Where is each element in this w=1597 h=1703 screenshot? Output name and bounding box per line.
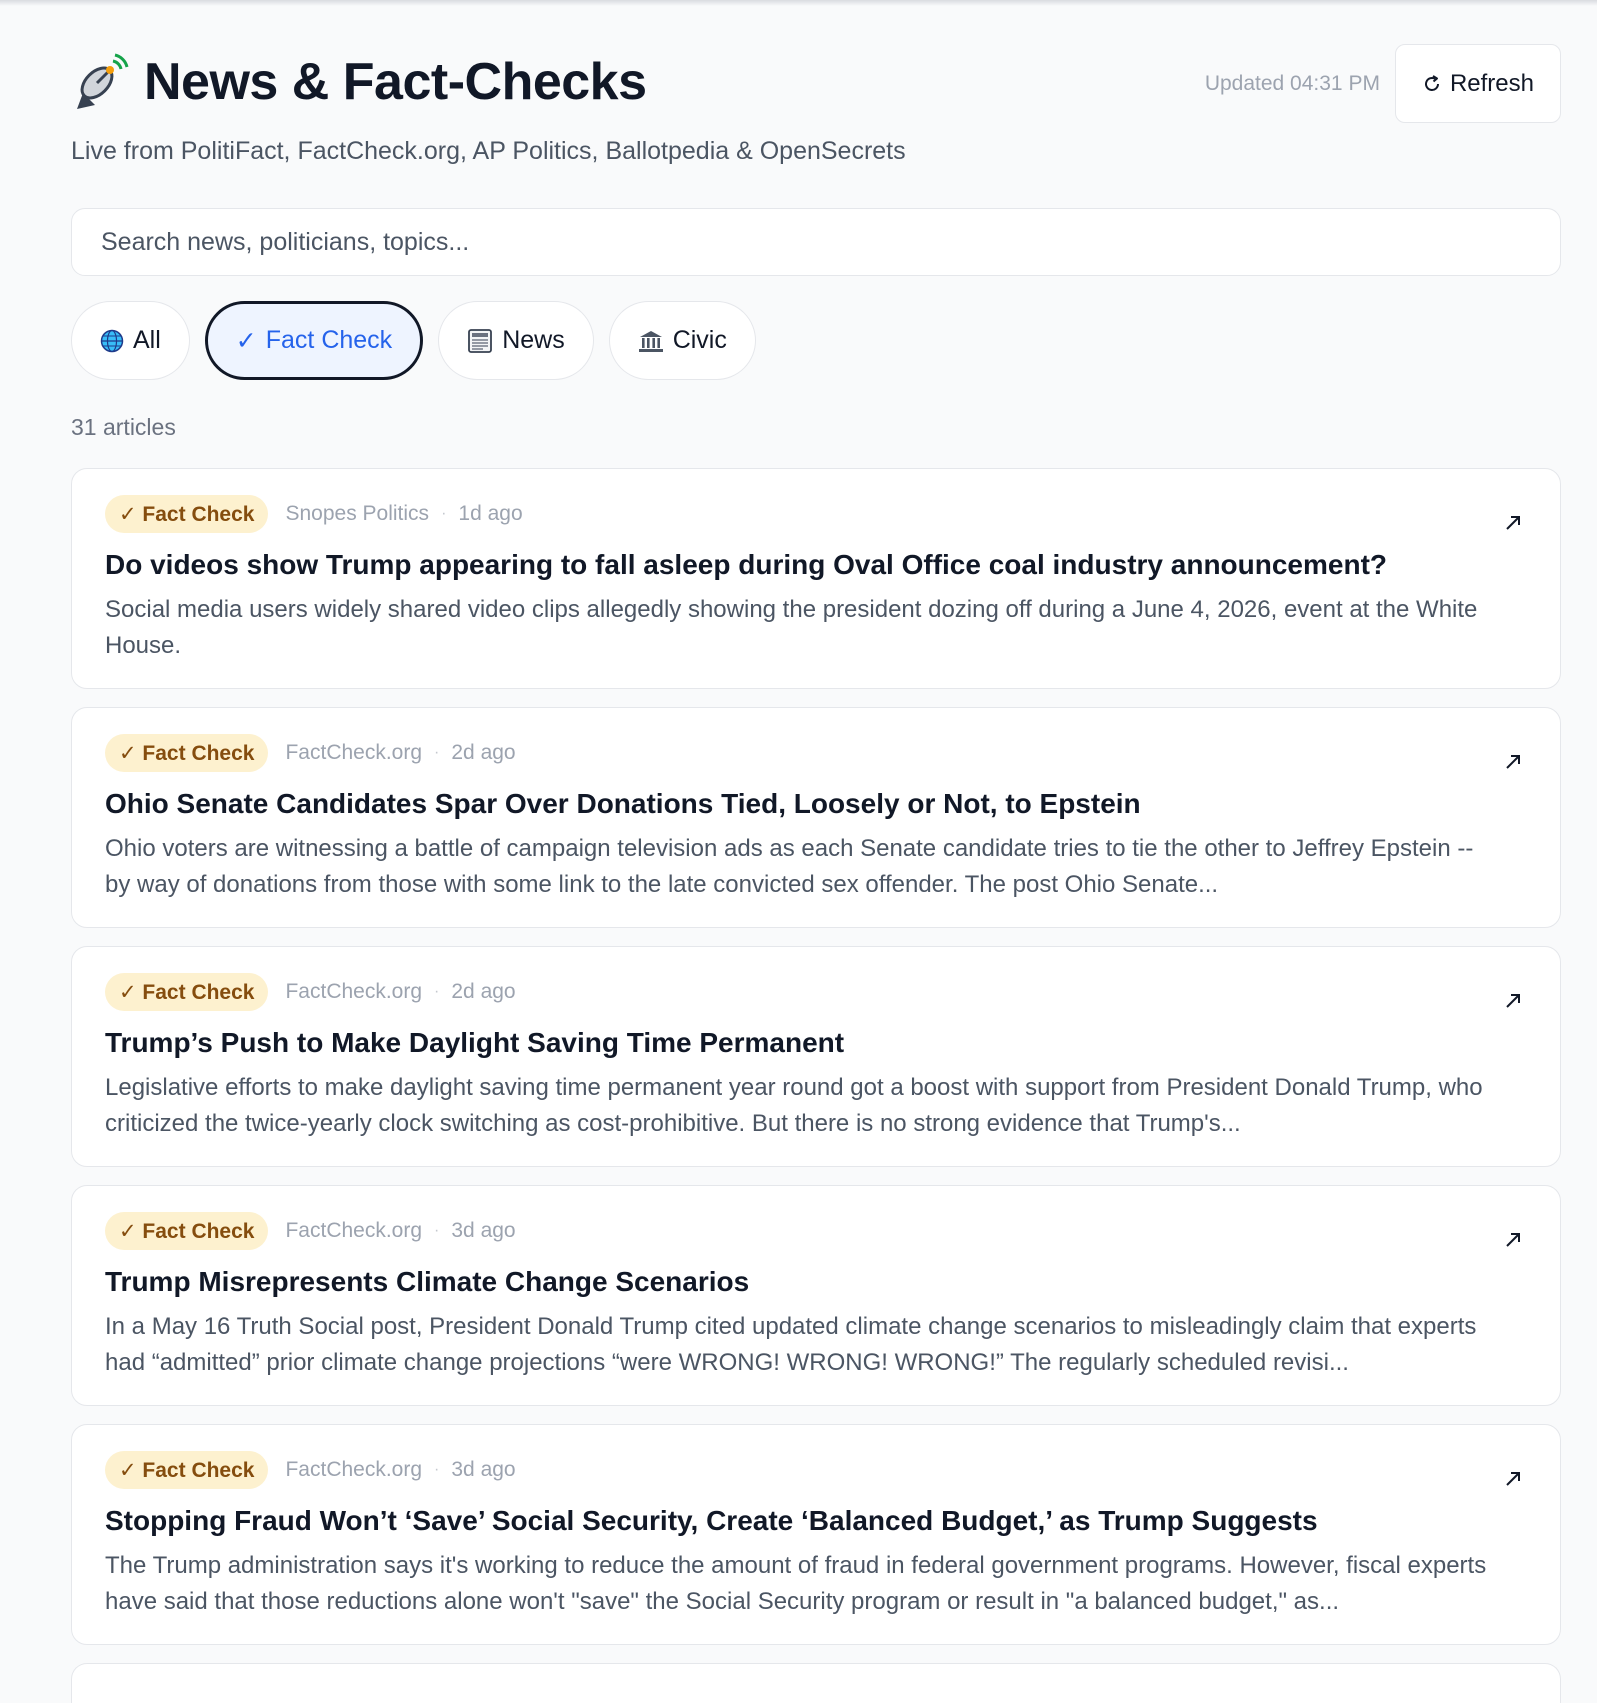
article-source: FactCheck.org — [285, 980, 423, 1003]
article-source: FactCheck.org — [285, 741, 423, 764]
article-title[interactable]: Trump Misrepresents Climate Change Scena… — [105, 1264, 1526, 1300]
globe-icon — [100, 329, 124, 353]
article-time: 2d ago — [451, 980, 516, 1003]
filter-label: News — [502, 326, 565, 354]
classical-building-icon — [638, 329, 664, 353]
article-time: 1d ago — [458, 502, 523, 525]
article-description: Legislative efforts to make daylight sav… — [105, 1074, 1483, 1137]
external-link-icon[interactable] — [1499, 748, 1527, 776]
article-source: FactCheck.org — [285, 1458, 423, 1481]
article-card[interactable]: ✓ Fact Check FactCheck.org · 3d ago Stop… — [71, 1424, 1561, 1645]
filter-label: All — [133, 326, 161, 354]
filter-all[interactable]: All — [71, 301, 190, 380]
meta-separator: · — [434, 1461, 440, 1478]
external-link-icon[interactable] — [1499, 509, 1527, 537]
refresh-label: Refresh — [1449, 69, 1534, 97]
updated-timestamp: Updated 04:31 PM — [1204, 71, 1380, 95]
filter-tabs: All ✓ Fact Check News Civic — [71, 301, 756, 380]
satellite-dish-icon — [71, 53, 129, 111]
article-title[interactable]: Trump’s Push to Make Daylight Saving Tim… — [105, 1025, 1526, 1061]
filter-label: Fact Check — [265, 326, 393, 354]
article-description: The Trump administration says it's worki… — [105, 1552, 1487, 1615]
article-title[interactable]: Stopping Fraud Won’t ‘Save’ Social Secur… — [105, 1503, 1526, 1539]
fact-check-badge: ✓ Fact Check — [105, 734, 269, 772]
article-card[interactable]: ✓ Fact Check FactCheck.org · 2d ago Ohio… — [71, 707, 1561, 928]
article-description: Ohio voters are witnessing a battle of c… — [105, 835, 1474, 898]
filter-civic[interactable]: Civic — [608, 301, 756, 380]
article-time: 3d ago — [451, 1219, 516, 1242]
title-row: News & Fact-Checks — [71, 52, 647, 112]
check-icon: ✓ — [235, 326, 257, 355]
news-page: News & Fact-Checks Updated 04:31 PM Refr… — [71, 0, 1561, 1703]
article-title[interactable]: Do videos show Trump appearing to fall a… — [105, 547, 1526, 583]
fact-check-badge: ✓ Fact Check — [105, 973, 269, 1011]
filter-news[interactable]: News — [438, 301, 594, 380]
meta-separator: · — [434, 983, 440, 1000]
article-time: 2d ago — [451, 741, 516, 764]
meta-separator: · — [434, 744, 440, 761]
external-link-icon[interactable] — [1499, 987, 1527, 1015]
article-meta: ✓ Fact Check FactCheck.org · 2d ago — [105, 973, 1526, 1011]
meta-separator: · — [441, 505, 447, 522]
filter-fact-check[interactable]: ✓ Fact Check — [204, 301, 424, 380]
newspaper-icon — [467, 328, 493, 354]
header-actions: Updated 04:31 PM Refresh — [1205, 44, 1561, 123]
external-link-icon[interactable] — [1499, 1465, 1527, 1493]
fact-check-badge: ✓ Fact Check — [105, 495, 269, 533]
article-list: ✓ Fact Check Snopes Politics · 1d ago Do… — [71, 468, 1561, 1703]
refresh-icon — [1422, 74, 1442, 94]
meta-separator: · — [434, 1222, 440, 1239]
article-title[interactable]: Ohio Senate Candidates Spar Over Donatio… — [105, 786, 1526, 822]
article-meta: ✓ Fact Check FactCheck.org · 3d ago — [105, 1451, 1526, 1489]
article-card-partial[interactable] — [71, 1663, 1561, 1703]
fact-check-badge: ✓ Fact Check — [105, 1451, 269, 1489]
article-card[interactable]: ✓ Fact Check FactCheck.org · 3d ago Trum… — [71, 1185, 1561, 1406]
article-meta: ✓ Fact Check Snopes Politics · 1d ago — [105, 495, 1526, 533]
article-card[interactable]: ✓ Fact Check Snopes Politics · 1d ago Do… — [71, 468, 1561, 689]
search-input[interactable] — [71, 208, 1561, 276]
article-source: FactCheck.org — [285, 1219, 423, 1242]
page-header: News & Fact-Checks Updated 04:31 PM Refr… — [71, 0, 1561, 165]
article-meta: ✓ Fact Check FactCheck.org · 3d ago — [105, 1212, 1526, 1250]
page-title: News & Fact-Checks — [144, 53, 647, 111]
article-description: In a May 16 Truth Social post, President… — [105, 1313, 1477, 1376]
page-subtitle: Live from PolitiFact, FactCheck.org, AP … — [71, 137, 906, 165]
article-description: Social media users widely shared video c… — [105, 596, 1478, 659]
article-count: 31 articles — [71, 414, 176, 440]
refresh-button[interactable]: Refresh — [1394, 44, 1561, 123]
article-source: Snopes Politics — [285, 502, 430, 525]
external-link-icon[interactable] — [1499, 1226, 1527, 1254]
fact-check-badge: ✓ Fact Check — [105, 1212, 269, 1250]
article-card[interactable]: ✓ Fact Check FactCheck.org · 2d ago Trum… — [71, 946, 1561, 1167]
article-time: 3d ago — [451, 1458, 516, 1481]
filter-label: Civic — [672, 326, 727, 354]
article-meta: ✓ Fact Check FactCheck.org · 2d ago — [105, 734, 1526, 772]
